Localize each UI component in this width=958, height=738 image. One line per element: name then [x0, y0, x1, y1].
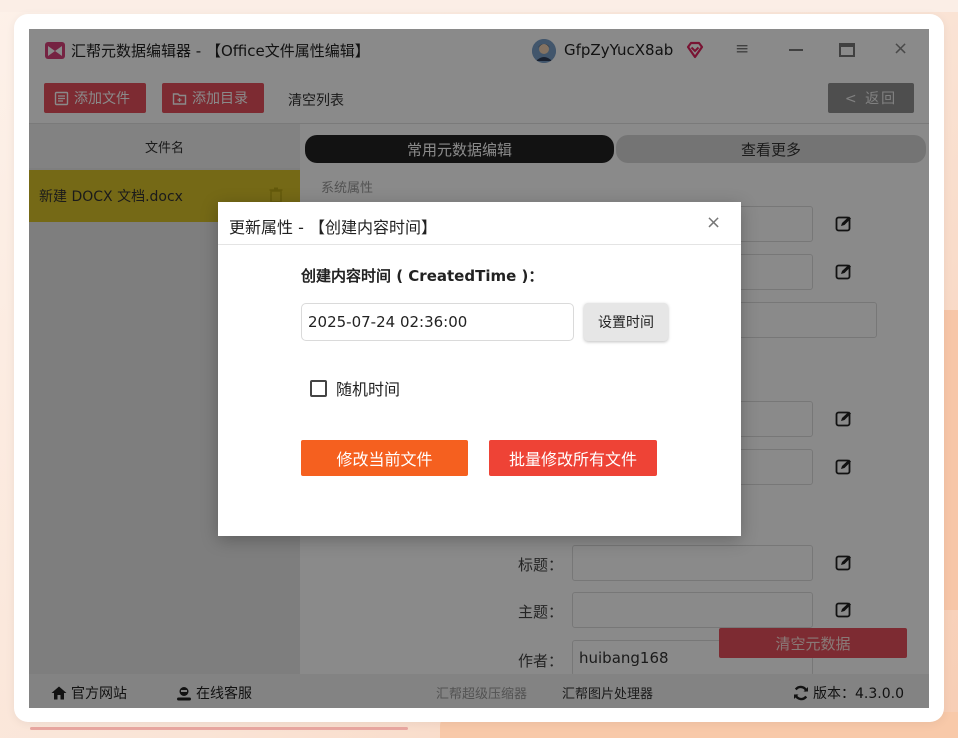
batch-modify-all-files-button[interactable]: 批量修改所有文件: [489, 440, 657, 476]
created-time-label: 创建内容时间 ( CreatedTime )：: [301, 267, 544, 285]
checkbox-box[interactable]: [310, 379, 327, 397]
background-top-band: [0, 0, 958, 12]
dialog-divider: [218, 244, 741, 245]
background-bottom-line: [30, 727, 408, 730]
set-time-button[interactable]: 设置时间: [584, 303, 668, 341]
update-property-dialog: 更新属性 - 【创建内容时间】 × 创建内容时间 ( CreatedTime )…: [218, 202, 741, 536]
modify-current-file-button[interactable]: 修改当前文件: [301, 440, 468, 476]
random-time-label: 随机时间: [336, 380, 401, 399]
background-right-accent: [944, 310, 958, 610]
random-time-checkbox[interactable]: 随机时间: [310, 376, 400, 400]
close-icon[interactable]: ×: [706, 212, 721, 233]
created-time-input[interactable]: [301, 303, 574, 341]
dialog-title: 更新属性 - 【创建内容时间】: [229, 218, 437, 237]
